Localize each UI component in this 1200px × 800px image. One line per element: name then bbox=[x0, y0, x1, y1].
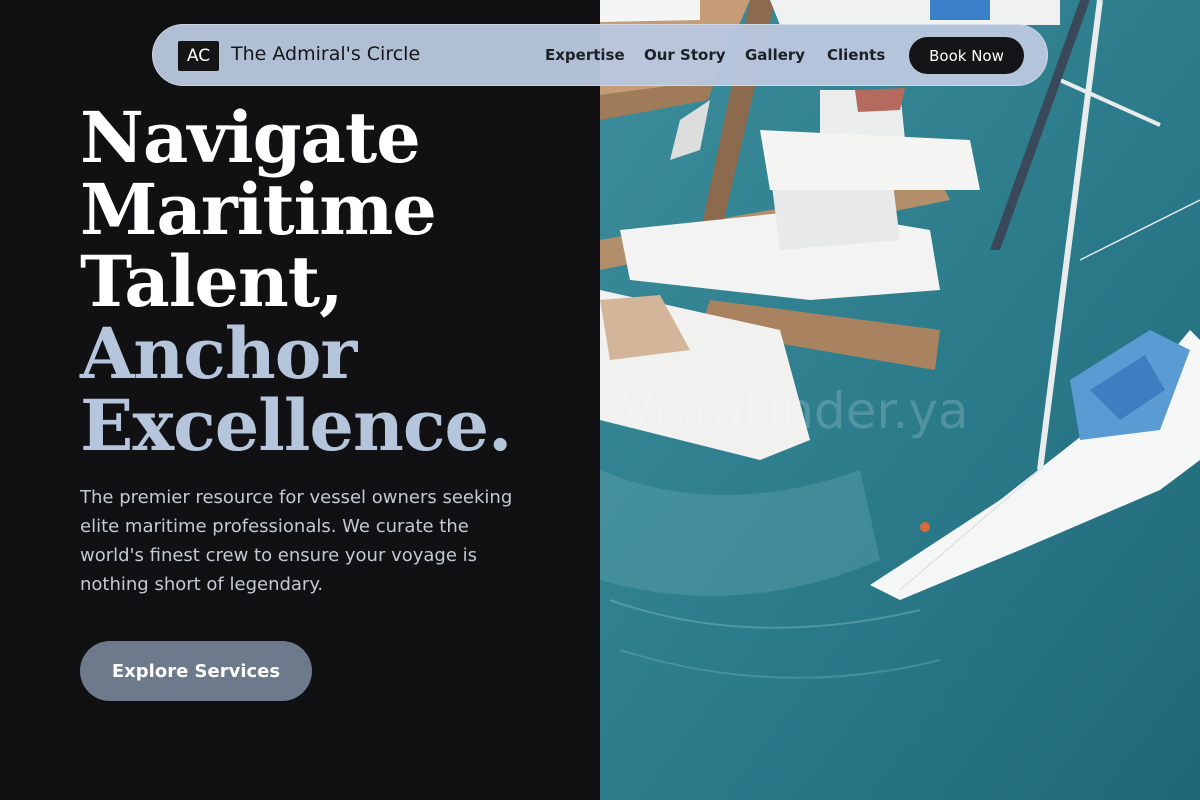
nav-link-expertise[interactable]: Expertise bbox=[545, 46, 625, 64]
marina-photo: VistaFinder.ya bbox=[600, 0, 1200, 800]
hero-panel: Navigate Maritime Talent, Anchor Excelle… bbox=[0, 0, 600, 800]
headline-accent-line: Anchor bbox=[80, 312, 357, 395]
headline-line: Navigate bbox=[80, 96, 421, 179]
headline-line: Maritime bbox=[80, 168, 437, 251]
book-now-button[interactable]: Book Now bbox=[909, 37, 1024, 74]
page: Navigate Maritime Talent, Anchor Excelle… bbox=[0, 0, 1200, 800]
hero-intro: The premier resource for vessel owners s… bbox=[80, 487, 513, 595]
image-watermark: VistaFinder.ya bbox=[620, 382, 969, 440]
nav-link-clients[interactable]: Clients bbox=[827, 46, 885, 64]
logo-mark[interactable]: AC bbox=[178, 41, 219, 71]
explore-services-button[interactable]: Explore Services bbox=[80, 641, 312, 701]
nav-link-gallery[interactable]: Gallery bbox=[745, 46, 805, 64]
headline-line: Talent, bbox=[80, 240, 343, 323]
top-navigation: AC The Admiral's Circle Expertise Our St… bbox=[152, 24, 1048, 86]
headline-accent-line: Excellence. bbox=[80, 384, 512, 467]
hero-headline: Navigate Maritime Talent, Anchor Excelle… bbox=[80, 102, 580, 462]
brand-name[interactable]: The Admiral's Circle bbox=[231, 43, 420, 65]
nav-link-our-story[interactable]: Our Story bbox=[644, 46, 726, 64]
